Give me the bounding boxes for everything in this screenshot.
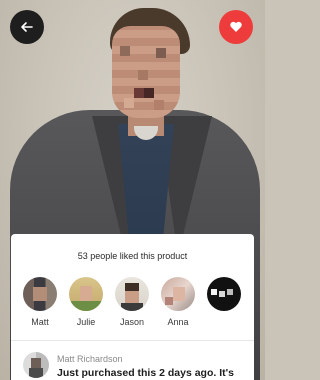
back-button[interactable] xyxy=(10,10,44,44)
more-likers-button[interactable] xyxy=(205,277,243,311)
heart-icon xyxy=(230,21,242,32)
avatar xyxy=(23,277,57,311)
more-users-icon xyxy=(207,277,241,311)
avatar xyxy=(115,277,149,311)
liker-matt[interactable]: Matt xyxy=(21,277,59,327)
liker-julie[interactable]: Julie xyxy=(67,277,105,327)
divider xyxy=(11,340,254,341)
likes-card: 53 people liked this product Matt Julie … xyxy=(11,234,254,380)
liker-name: Anna xyxy=(167,317,189,327)
likes-summary: 53 people liked this product xyxy=(77,251,188,261)
favorite-button[interactable] xyxy=(219,10,253,44)
liker-anna[interactable]: Anna xyxy=(159,277,197,327)
comment-author-avatar[interactable] xyxy=(23,352,49,378)
pixelated-face xyxy=(112,26,180,118)
liker-name: Julie xyxy=(76,317,96,327)
comment-text: Just purchased this 2 days ago. It's xyxy=(57,367,234,379)
liker-name: Jason xyxy=(119,317,145,327)
liker-jason[interactable]: Jason xyxy=(113,277,151,327)
arrow-left-icon xyxy=(21,22,33,32)
liker-name: Matt xyxy=(31,317,49,327)
avatar xyxy=(69,277,103,311)
comment-author[interactable]: Matt Richardson xyxy=(57,354,123,364)
avatar xyxy=(161,277,195,311)
